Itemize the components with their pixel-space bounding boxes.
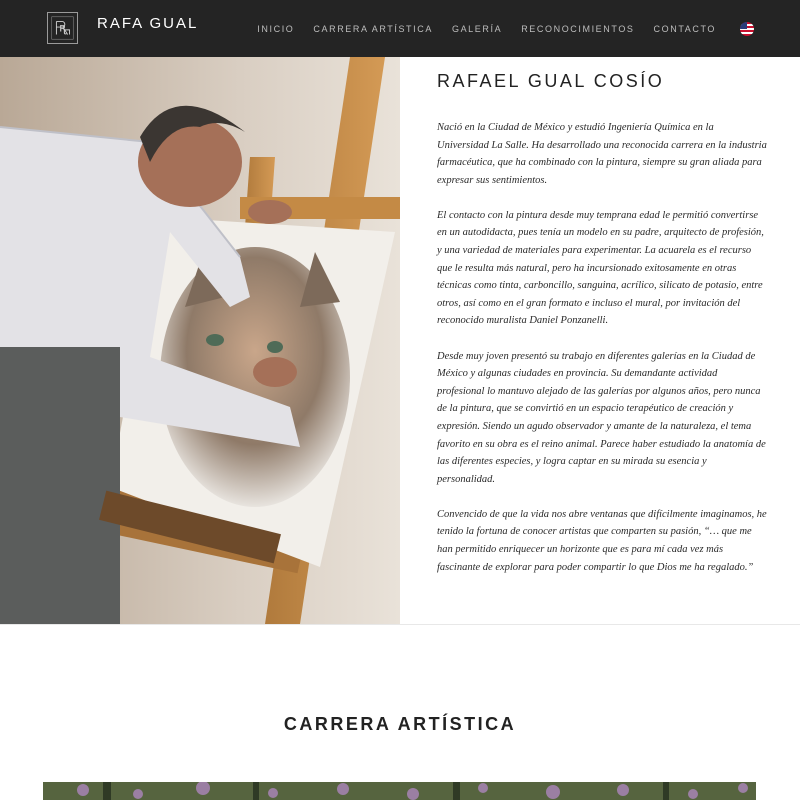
- rg-monogram-icon[interactable]: ꭆ: [47, 12, 78, 44]
- bio-paragraph: El contacto con la pintura desde muy tem…: [437, 209, 764, 327]
- bio-paragraph: Convencido de que la vida nos abre venta…: [437, 508, 767, 573]
- bio-paragraph: Desde muy joven presentó su trabajo en d…: [437, 350, 766, 485]
- artist-bio: Nació en la Ciudad de México y estudió I…: [437, 119, 767, 576]
- nav-reconocimientos[interactable]: RECONOCIMIENTOS: [521, 24, 634, 34]
- artist-name-heading: RAFAEL GUAL COSÍO: [437, 71, 665, 91]
- nav-contacto[interactable]: CONTACTO: [654, 24, 716, 34]
- nav-inicio[interactable]: INICIO: [257, 24, 294, 34]
- artist-photo: [0, 57, 400, 624]
- career-section-title: CARRERA ARTÍSTICA: [283, 714, 517, 734]
- site-header: ꭆ RAFA GUAL INICIO CARRERA ARTÍSTICA GAL…: [0, 0, 800, 57]
- career-banner-image: [43, 782, 756, 800]
- main-nav: INICIO CARRERA ARTÍSTICA GALERÍA RECONOC…: [238, 0, 754, 57]
- about-section: RAFAEL GUAL COSÍO Nació en la Ciudad de …: [437, 57, 767, 594]
- bio-paragraph: Nació en la Ciudad de México y estudió I…: [437, 122, 767, 186]
- nav-galeria[interactable]: GALERÍA: [452, 24, 502, 34]
- us-flag-icon[interactable]: [740, 21, 754, 36]
- nav-carrera-artistica[interactable]: CARRERA ARTÍSTICA: [313, 24, 433, 34]
- section-divider: [0, 624, 800, 625]
- site-brand[interactable]: RAFA GUAL: [97, 15, 198, 32]
